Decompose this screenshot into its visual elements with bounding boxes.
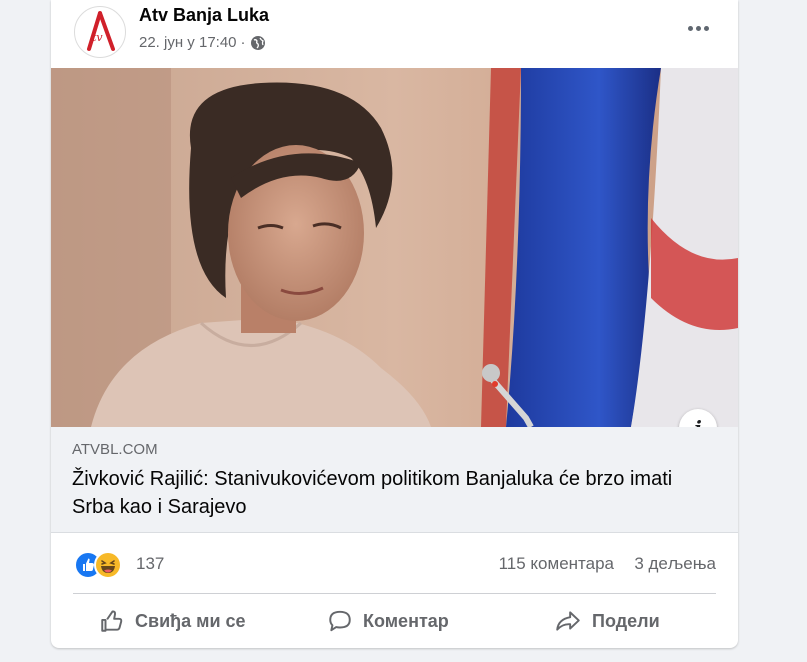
post-meta: 22. јун у 17:40 · [139,34,266,51]
comment-icon [329,610,351,632]
share-label: Подели [592,610,660,631]
globe-icon[interactable] [250,35,266,51]
post-actions: Свиђа ми се Коментар Подели [51,597,738,647]
shares-count[interactable]: 3 дељења [634,554,716,574]
like-button[interactable]: Свиђа ми се [99,597,246,645]
article-photo [51,68,738,427]
post-card: tv Atv Banja Luka 22. јун у 17:40 · ATVB… [51,0,738,648]
atv-logo-icon: tv [87,11,115,51]
post-timestamp[interactable]: 22. јун у 17:40 [139,34,237,51]
haha-reaction-icon [94,551,122,579]
like-label: Свиђа ми се [135,610,246,631]
more-dot [695,25,701,31]
reaction-icons[interactable] [74,551,126,579]
actions-divider [73,593,716,594]
link-headline[interactable]: Živković Rajilić: Stanivukovićevom polit… [72,465,712,521]
comment-label: Коментар [363,610,449,631]
more-options-icon[interactable] [682,14,714,42]
logo-text: tv [92,31,103,44]
more-dot [687,25,693,31]
page-name[interactable]: Atv Banja Luka [139,5,269,26]
share-button[interactable]: Подели [554,597,660,645]
article-image[interactable] [51,68,738,427]
comment-button[interactable]: Коментар [327,597,449,645]
more-dot [703,25,709,31]
reaction-count[interactable]: 137 [136,554,164,574]
share-icon [556,611,580,631]
page-avatar[interactable]: tv [74,6,126,58]
meta-separator: · [240,34,246,51]
comments-count[interactable]: 115 коментара [499,554,614,574]
post-header: tv Atv Banja Luka 22. јун у 17:40 · [51,0,738,68]
link-preview[interactable]: ATVBL.COM Živković Rajilić: Stanivuković… [51,427,738,533]
link-domain: ATVBL.COM [72,441,158,458]
thumbs-up-icon [101,610,123,632]
post-stats: 137 115 коментара 3 дељења [51,534,738,594]
